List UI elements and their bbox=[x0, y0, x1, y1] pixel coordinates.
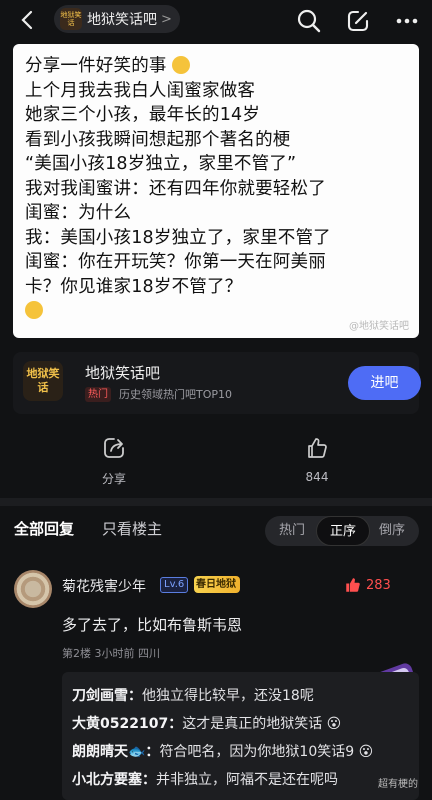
forum-name: 地狱笑话吧 bbox=[87, 12, 157, 28]
reply-item[interactable]: 大黄0522107：这才是真正的地狱笑话 😮 bbox=[72, 710, 409, 738]
reply-item[interactable]: 刀剑画雪：他独立得比较早，还没18呢 bbox=[72, 682, 409, 710]
post-image[interactable]: 分享一件好笑的事 上个月我去我白人闺蜜家做客 她家三个小孩，最年长的14岁 看到… bbox=[13, 44, 419, 338]
top-bar: 地狱笑话 地狱笑话吧 > bbox=[0, 0, 432, 40]
laughing-emoji-icon bbox=[25, 301, 43, 319]
forum-card[interactable]: 地狱笑话 地狱笑话吧 热门 历史领域热门吧TOP10 进吧 bbox=[13, 352, 421, 414]
thumbs-up-icon bbox=[308, 438, 327, 458]
sort-toggle: 热门 正序 倒序 bbox=[265, 516, 419, 546]
post-line: 我：美国小孩18岁独立了，家里不管了 bbox=[25, 227, 331, 248]
share-icon bbox=[104, 438, 124, 458]
forum-card-logo: 地狱笑话 bbox=[23, 361, 63, 401]
post-line: “美国小孩18岁独立，家里不管了” bbox=[25, 154, 297, 174]
reply-item[interactable]: 小北方要塞：并非独立，阿福不是还在呢吗 bbox=[72, 766, 409, 794]
image-watermark: @地狱笑话吧 bbox=[349, 321, 409, 332]
post-line: 看到小孩我瞬间想起那个著名的梗 bbox=[25, 129, 291, 150]
comment-like-count: 283 bbox=[366, 577, 391, 593]
sort-descending[interactable]: 倒序 bbox=[367, 516, 417, 546]
post-line: 我对我闺蜜讲：还有四年你就要轻松了 bbox=[25, 178, 326, 199]
forum-card-desc: 历史领域热门吧TOP10 bbox=[119, 388, 233, 401]
forum-logo: 地狱笑话 bbox=[60, 8, 82, 30]
comment-meta: 第2楼 3小时前 四川 bbox=[62, 647, 160, 660]
post-line: 卡？你见谁家18岁不管了？ bbox=[25, 276, 243, 297]
reply-item[interactable]: 朗朗晴天🐟：符合吧名，因为你地狱10笑话9 😮 bbox=[72, 738, 409, 766]
chevron-right-icon: > bbox=[161, 11, 172, 27]
share-label: 分享 bbox=[101, 472, 126, 486]
forum-card-name: 地狱笑话吧 bbox=[85, 364, 161, 382]
title-badge: 春日地狱 bbox=[194, 576, 240, 593]
post-line: 上个月我去我白人闺蜜家做客 bbox=[25, 80, 256, 101]
edit-icon[interactable] bbox=[345, 8, 371, 34]
bottom-watermark: 超有梗的 bbox=[378, 779, 418, 790]
forum-pill[interactable]: 地狱笑话 地狱笑话吧 > bbox=[54, 5, 180, 33]
level-badge: Lv.6 bbox=[160, 577, 189, 593]
search-icon[interactable] bbox=[296, 8, 322, 34]
like-action[interactable]: 844 bbox=[277, 436, 357, 484]
post-line: 分享一件好笑的事 bbox=[25, 54, 407, 79]
tab-op-only[interactable]: 只看楼主 bbox=[102, 518, 162, 539]
more-icon[interactable] bbox=[394, 8, 420, 34]
comment-username[interactable]: 菊花残害少年 bbox=[62, 576, 146, 596]
hot-badge: 热门 bbox=[85, 387, 111, 402]
comment-like[interactable]: 283 bbox=[344, 576, 391, 594]
reply-list[interactable]: 刀剑画雪：他独立得比较早，还没18呢 大黄0522107：这才是真正的地狱笑话 … bbox=[62, 672, 419, 800]
like-count: 844 bbox=[305, 470, 329, 484]
avatar[interactable] bbox=[14, 570, 52, 608]
sort-hot[interactable]: 热门 bbox=[267, 516, 317, 546]
sort-ascending[interactable]: 正序 bbox=[316, 516, 370, 546]
tab-all-replies[interactable]: 全部回复 bbox=[14, 518, 74, 539]
enter-forum-button[interactable]: 进吧 bbox=[348, 366, 421, 400]
share-action[interactable]: 分享 bbox=[74, 436, 154, 487]
thumbs-up-filled-icon bbox=[346, 578, 360, 592]
post-line: 她家三个小孩，最年长的14岁 bbox=[25, 105, 261, 125]
laughing-emoji-icon bbox=[172, 56, 191, 74]
back-arrow-icon[interactable] bbox=[16, 8, 40, 32]
post-line: 闺蜜：为什么 bbox=[25, 203, 132, 223]
post-line: 闺蜜：你在开玩笑？你第一天在阿美丽 bbox=[25, 252, 326, 272]
comment-text: 多了去了，比如布鲁斯韦恩 bbox=[62, 616, 243, 634]
section-divider bbox=[0, 498, 432, 506]
